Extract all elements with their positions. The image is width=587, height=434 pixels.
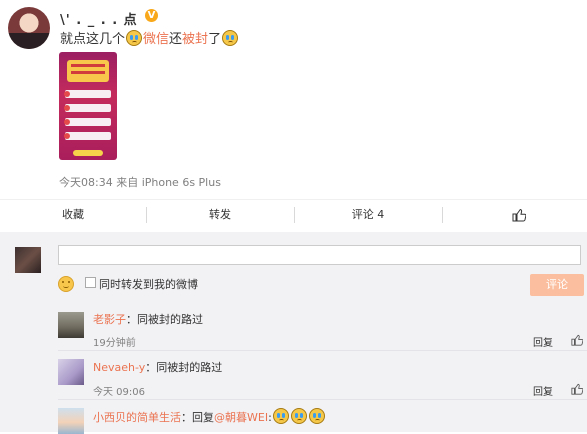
submit-comment-button[interactable]: 评论 bbox=[530, 274, 584, 296]
comment-colon: : bbox=[268, 411, 272, 424]
comment-divider bbox=[58, 399, 587, 400]
post-text: 就点这几个 微信还被封了 bbox=[60, 30, 239, 49]
thumbs-up-icon[interactable] bbox=[571, 383, 583, 395]
commenter-avatar[interactable] bbox=[58, 359, 84, 385]
commenter-name[interactable]: Nevaeh-y bbox=[93, 361, 145, 374]
my-avatar bbox=[15, 247, 41, 273]
crying-emoji-icon bbox=[290, 408, 307, 424]
post-text-suffix: 了 bbox=[208, 32, 222, 47]
post-meta: 今天08:34 来自 iPhone 6s Plus bbox=[59, 176, 221, 189]
comment-text: ：同被封的路过 bbox=[145, 361, 223, 374]
post-text-keyword-banned[interactable]: 被封 bbox=[182, 32, 208, 47]
post-image-thumbnail[interactable] bbox=[59, 52, 117, 160]
post-text-prefix: 就点这几个 bbox=[60, 32, 126, 47]
forward-checkbox[interactable] bbox=[85, 277, 96, 288]
comment-divider bbox=[58, 350, 587, 351]
comment-input[interactable] bbox=[58, 245, 581, 265]
comment-line: 小西贝的简单生活：回复@朝暮WEI: bbox=[93, 408, 326, 425]
commenter-avatar[interactable] bbox=[58, 312, 84, 338]
verified-badge-icon: V bbox=[145, 9, 158, 22]
crying-emoji-icon bbox=[308, 408, 325, 424]
mention-link[interactable]: @朝暮WEI bbox=[214, 411, 268, 424]
commenter-avatar[interactable] bbox=[58, 408, 84, 434]
comment-text: ：回复 bbox=[181, 411, 214, 424]
favorite-button[interactable]: 收藏 bbox=[0, 200, 146, 230]
commenter-name[interactable]: 小西贝的简单生活 bbox=[93, 411, 181, 424]
thumbs-up-icon[interactable] bbox=[512, 208, 526, 222]
commenter-name[interactable]: 老影子 bbox=[93, 313, 126, 326]
comment-time: 19分钟前 bbox=[93, 338, 136, 349]
forward-button[interactable]: 转发 bbox=[147, 200, 293, 230]
forward-checkbox-label[interactable]: 同时转发到我的微博 bbox=[99, 276, 198, 292]
crying-emoji-icon bbox=[126, 30, 143, 46]
reply-button[interactable]: 回复 bbox=[533, 383, 553, 398]
comment-line: 老影子：同被封的路过 bbox=[93, 311, 203, 327]
comment-line: Nevaeh-y：同被封的路过 bbox=[93, 359, 222, 375]
thumbs-up-icon[interactable] bbox=[571, 334, 583, 346]
comment-text: ：同被封的路过 bbox=[126, 313, 203, 326]
smile-icon[interactable] bbox=[58, 276, 74, 292]
post-text-keyword-wechat[interactable]: 微信 bbox=[143, 32, 169, 47]
reply-button[interactable]: 回复 bbox=[533, 334, 553, 349]
comment-button[interactable]: 评论 4 bbox=[295, 200, 441, 230]
author-name[interactable]: \' . _ . . 点 bbox=[60, 9, 138, 28]
crying-emoji-icon bbox=[272, 408, 289, 424]
comment-time: 今天 09:06 bbox=[93, 387, 145, 398]
post-text-mid: 还 bbox=[169, 32, 183, 47]
crying-emoji-icon bbox=[222, 30, 239, 46]
author-avatar[interactable] bbox=[8, 7, 50, 49]
action-bar: 收藏 转发 评论 4 bbox=[0, 199, 587, 230]
